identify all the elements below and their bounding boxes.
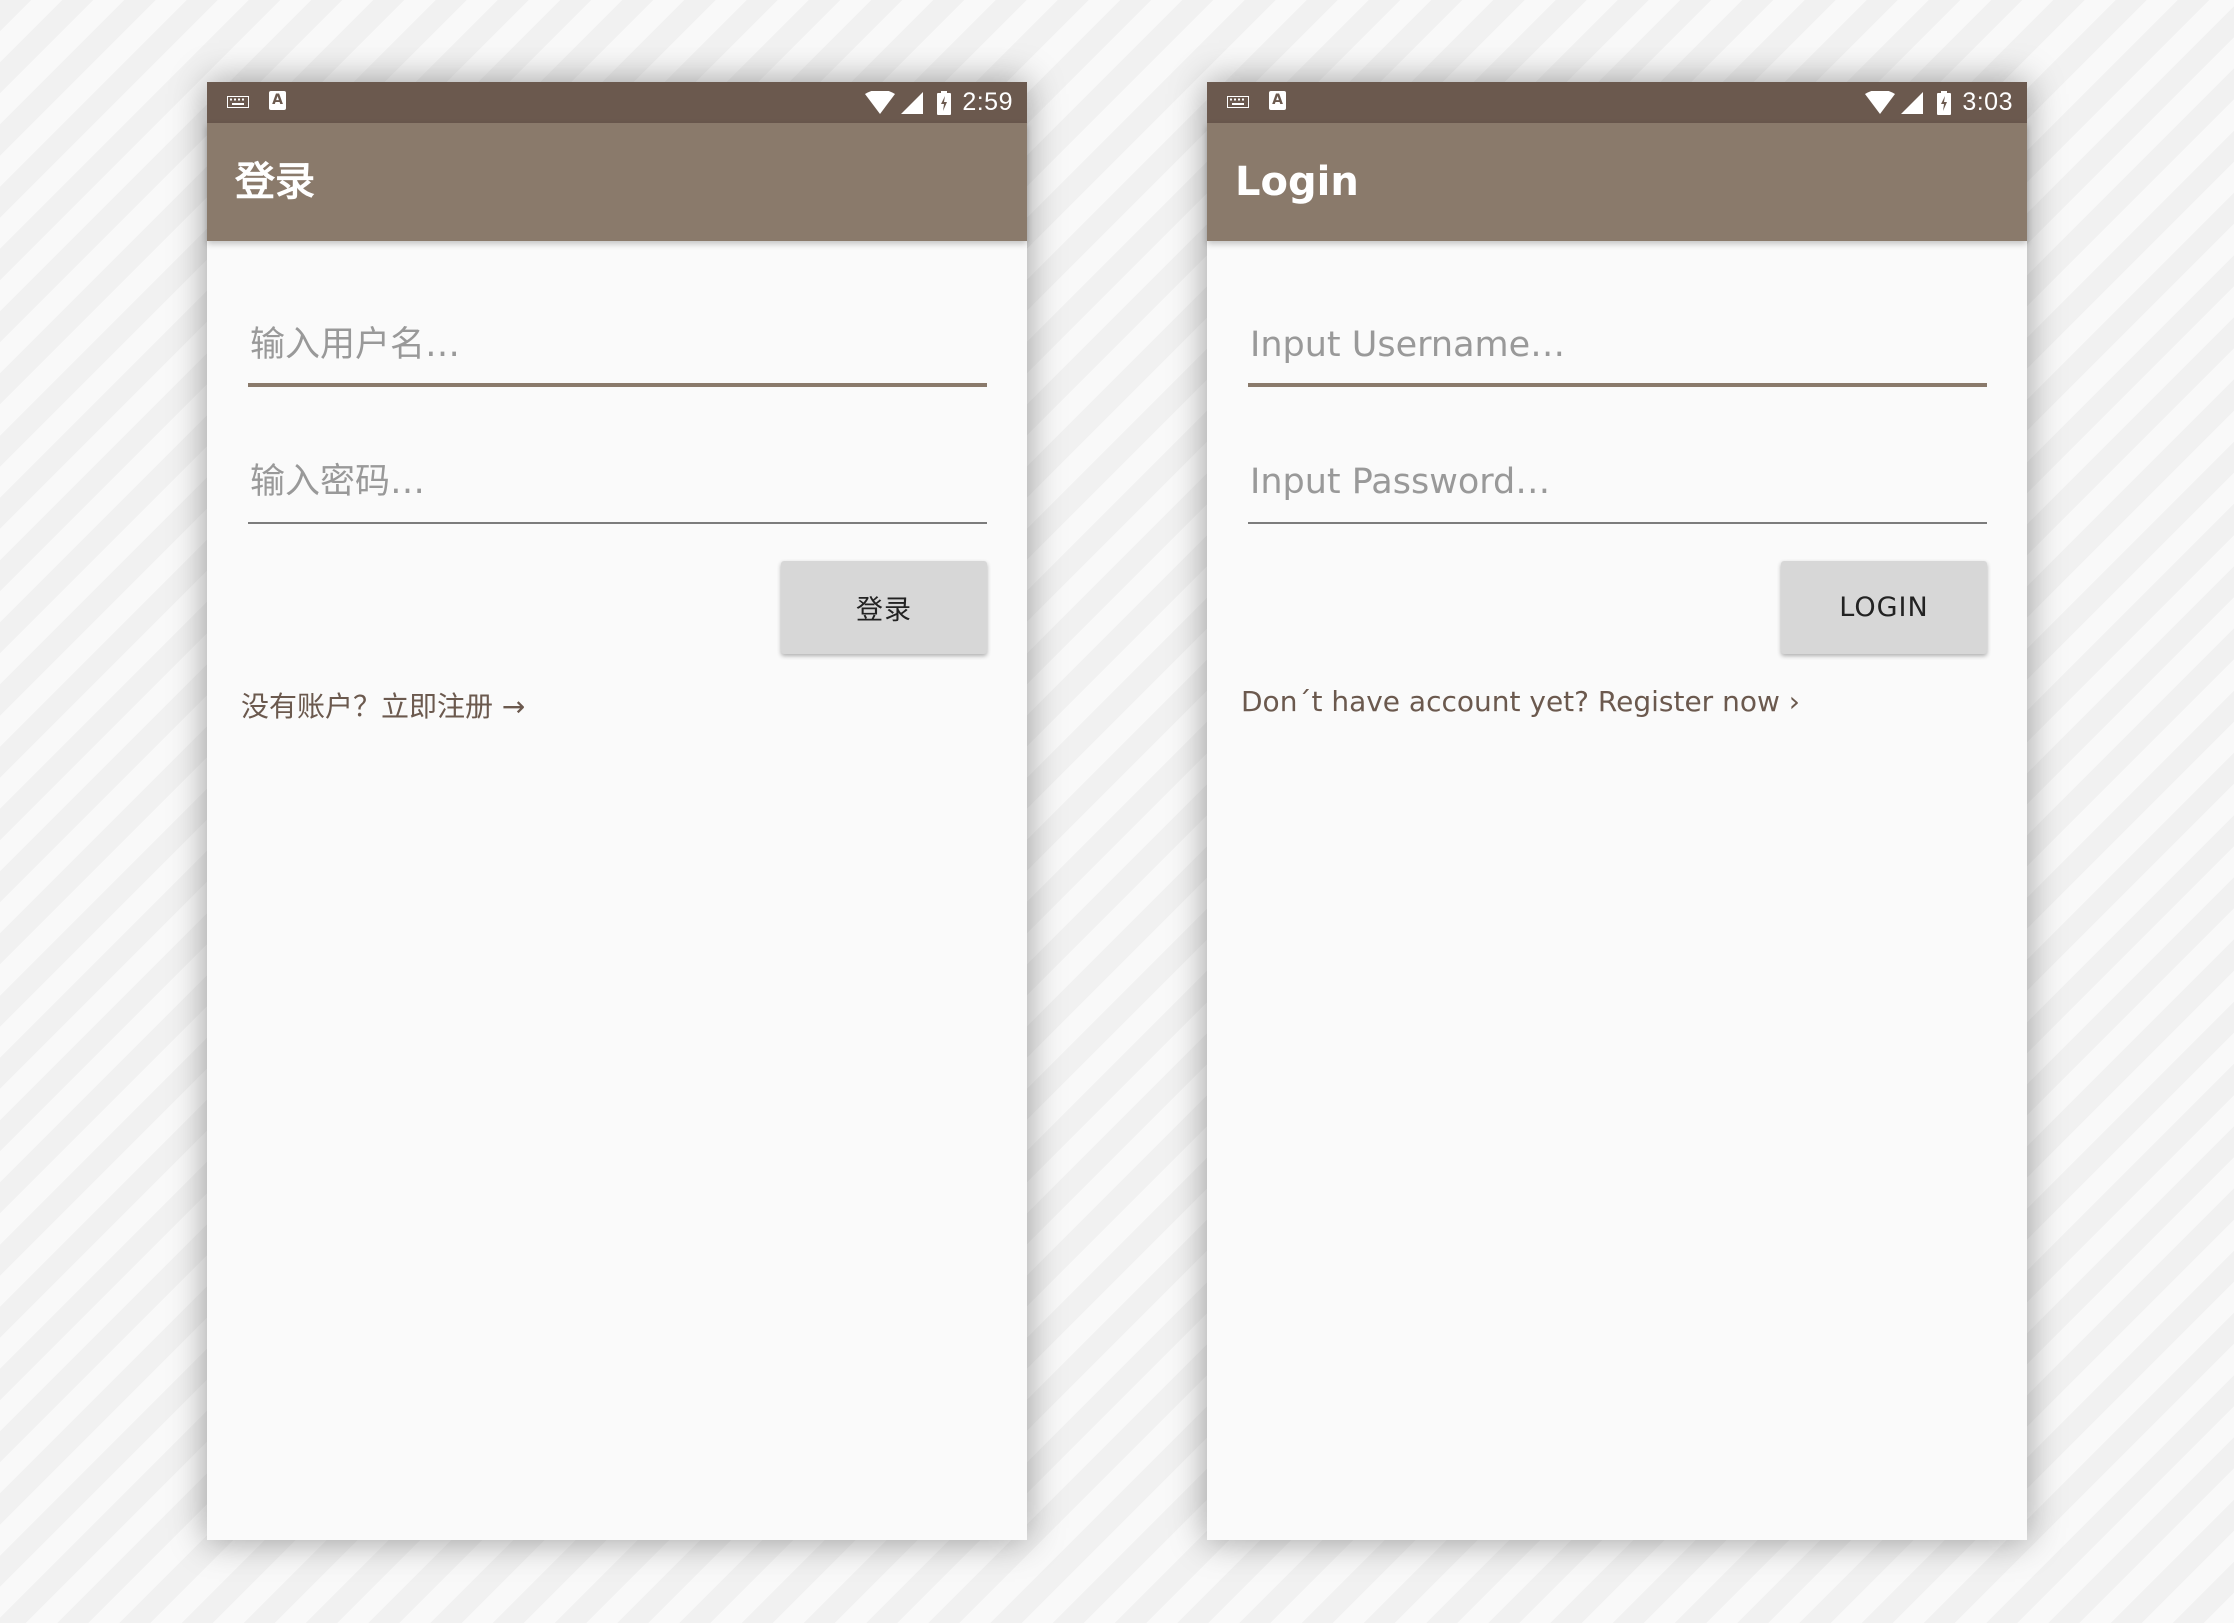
wifi-icon	[1865, 90, 1896, 114]
signal-icon	[1901, 91, 1924, 114]
username-underline	[1248, 383, 1987, 387]
keyboard-icon	[227, 96, 249, 108]
register-link[interactable]: 没有账户？立即注册 →	[241, 685, 525, 725]
password-underline	[1248, 522, 1987, 524]
password-input[interactable]	[1248, 444, 1987, 520]
password-input[interactable]	[248, 444, 987, 520]
username-input[interactable]	[1248, 307, 1987, 383]
status-bar: A 2:59	[207, 82, 1027, 123]
battery-icon	[1937, 90, 1952, 115]
app-title: 登录	[235, 159, 315, 205]
register-link[interactable]: Don´t have account yet? Register now ›	[1241, 685, 1800, 718]
password-field[interactable]	[1248, 444, 1987, 524]
app-title: Login	[1235, 159, 1359, 205]
password-underline	[248, 522, 987, 524]
login-button[interactable]: 登录	[781, 561, 987, 654]
login-screen-english: A 3:03 Login LOGIN Don´t have account ye…	[1207, 82, 2027, 1540]
battery-icon	[937, 90, 952, 115]
wifi-icon	[865, 90, 896, 114]
app-bar: 登录	[207, 123, 1027, 241]
username-input[interactable]	[248, 307, 987, 383]
login-button[interactable]: LOGIN	[1781, 561, 1987, 654]
login-screen-chinese: A 2:59 登录 登录 没有账户？立即注册 →	[207, 82, 1027, 1540]
status-time: 2:59	[962, 88, 1013, 116]
username-field[interactable]	[1248, 307, 1987, 387]
signal-icon	[901, 91, 924, 114]
password-field[interactable]	[248, 444, 987, 524]
a-icon: A	[269, 91, 286, 110]
username-field[interactable]	[248, 307, 987, 387]
status-time: 3:03	[1962, 88, 2013, 116]
app-bar: Login	[1207, 123, 2027, 241]
status-bar: A 3:03	[1207, 82, 2027, 123]
a-icon: A	[1269, 91, 1286, 110]
keyboard-icon	[1227, 96, 1249, 108]
username-underline	[248, 383, 987, 387]
